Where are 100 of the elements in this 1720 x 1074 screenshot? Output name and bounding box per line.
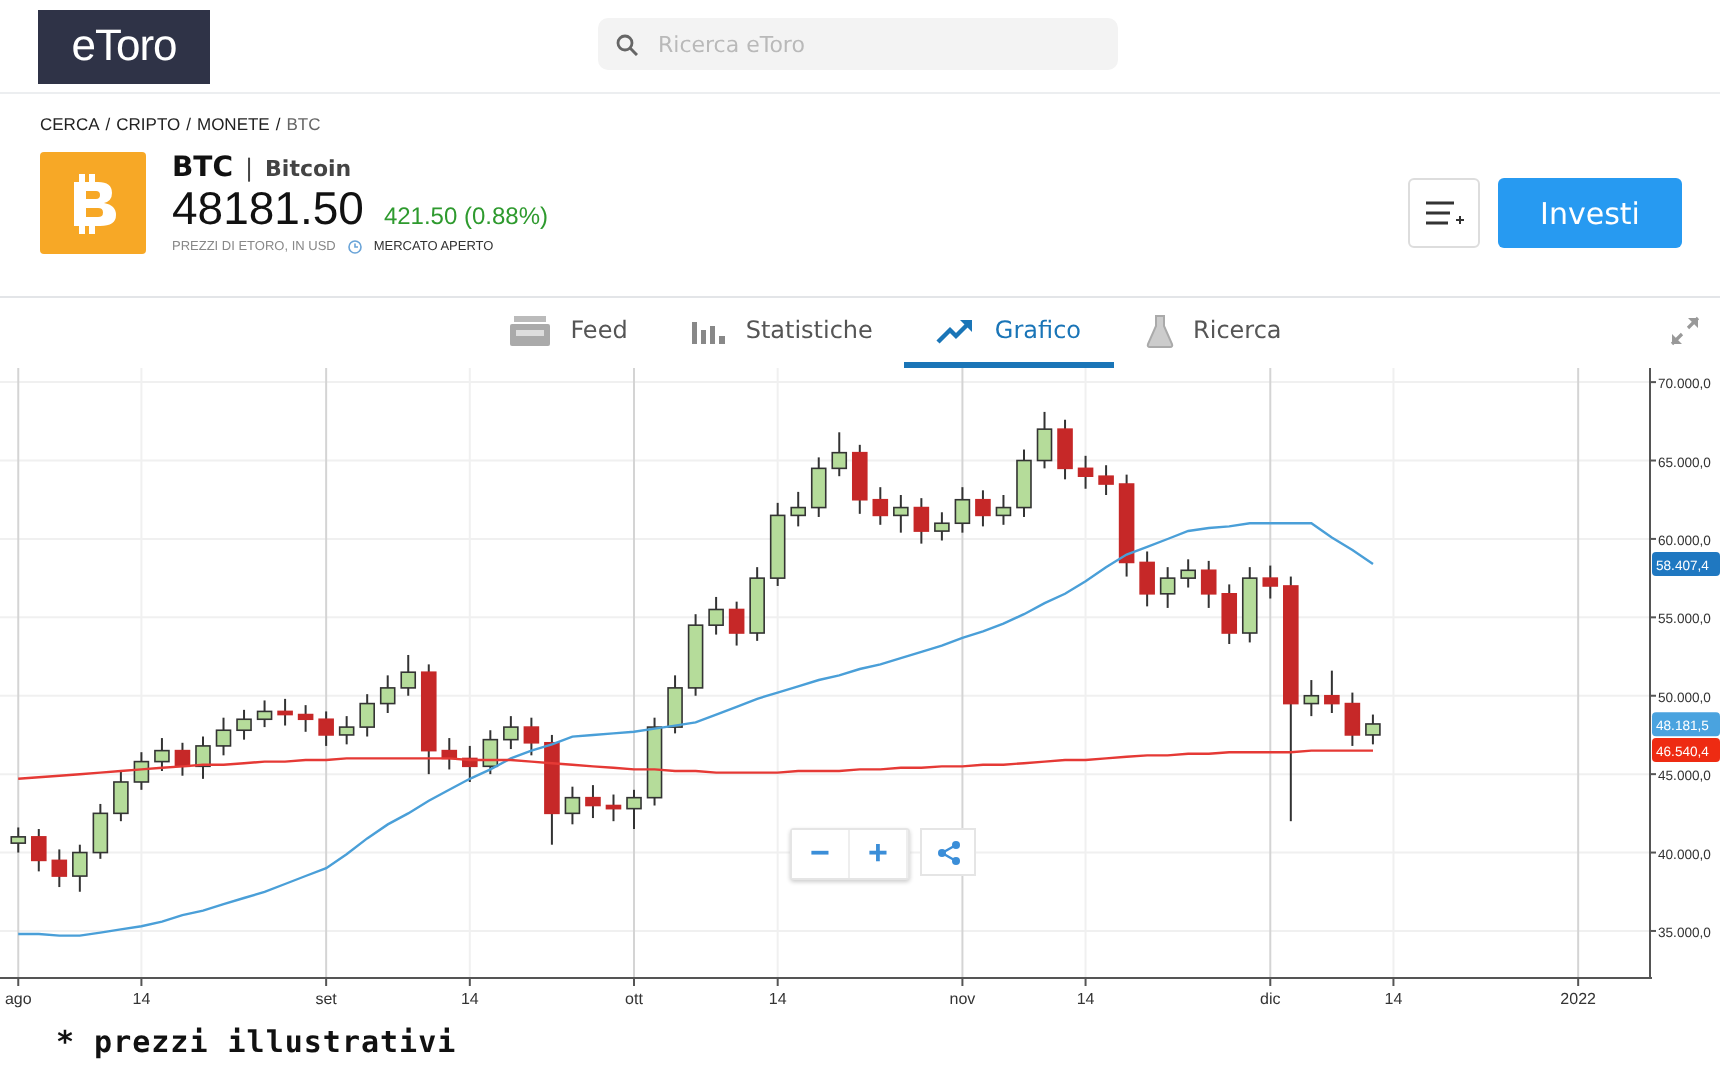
share-button[interactable]: [920, 828, 976, 876]
candle: [769, 501, 786, 587]
tab[interactable]: Feed: [478, 298, 660, 368]
candle: [1098, 464, 1114, 496]
candle: [297, 704, 314, 733]
candle: [934, 511, 950, 542]
axis-label: ott: [625, 990, 643, 1008]
axis-label: set: [315, 990, 337, 1008]
candle: [687, 613, 704, 697]
candle: [1262, 564, 1279, 600]
candle: [1016, 448, 1032, 518]
candle: [277, 697, 293, 727]
candle: [1077, 454, 1094, 490]
candle: [1241, 566, 1258, 644]
share-icon: [935, 839, 961, 865]
candle: [1057, 418, 1073, 481]
candle: [1180, 558, 1196, 589]
candle: [790, 490, 806, 528]
instrument-symbol: BTC: [172, 152, 233, 184]
axis-label: nov: [949, 990, 976, 1008]
candle: [338, 715, 355, 746]
axis-label: 14: [460, 990, 479, 1008]
breadcrumb-link[interactable]: MONETE: [196, 114, 270, 134]
candle: [544, 733, 560, 846]
price-change: 421.50 (0.88%): [383, 202, 548, 230]
logo[interactable]: eToro: [38, 9, 210, 83]
candle: [810, 456, 827, 518]
candle: [626, 788, 642, 831]
candle: [1303, 679, 1320, 718]
footnote: * prezzi illustrativi: [54, 1022, 459, 1060]
candle: [174, 741, 191, 777]
expand-icon[interactable]: [1670, 316, 1700, 346]
breadcrumb-link[interactable]: CRIPTO: [116, 114, 181, 134]
axis-label: dic: [1260, 990, 1281, 1008]
candle: [462, 744, 478, 783]
axis-label: 14: [132, 990, 151, 1008]
candle: [400, 653, 417, 697]
candle: [954, 486, 971, 534]
bitcoin-logo: [40, 152, 146, 254]
candle: [852, 443, 868, 515]
candle: [113, 770, 129, 823]
price: 48181.50: [172, 182, 364, 236]
candle: [913, 497, 930, 545]
candle: [133, 751, 150, 791]
candle: [51, 848, 68, 889]
trend-up-icon: [936, 317, 975, 343]
candle: [482, 729, 499, 776]
candle: [975, 489, 991, 528]
candle: [1200, 559, 1217, 609]
axis-label: 14: [768, 990, 787, 1008]
list-add-icon: [1424, 199, 1464, 227]
candle: [379, 674, 396, 714]
candle: [1159, 566, 1176, 609]
instrument-name: Bitcoin: [265, 156, 352, 182]
candle: [215, 716, 232, 757]
candle: [831, 431, 848, 478]
add-to-watchlist-button[interactable]: [1408, 178, 1480, 248]
tab[interactable]: Grafico: [904, 298, 1114, 368]
candle: [154, 737, 170, 772]
candle: [749, 566, 765, 642]
candle: [503, 715, 519, 751]
candle: [585, 784, 601, 820]
candle: [31, 828, 47, 873]
candle: [605, 793, 622, 823]
candle: [72, 843, 88, 893]
candle: [1344, 691, 1361, 747]
breadcrumb-separator: /: [275, 114, 281, 134]
candle: [667, 674, 683, 735]
axis-label: 14: [1384, 990, 1403, 1008]
candle: [420, 663, 437, 776]
candle: [728, 600, 745, 647]
axis-label: 14: [1076, 990, 1095, 1008]
breadcrumb-link[interactable]: BTC: [286, 114, 321, 134]
candle: [893, 494, 909, 534]
candle: [441, 737, 458, 771]
search-field[interactable]: Ricerca eToro: [598, 18, 1118, 70]
breadcrumb-separator: /: [186, 114, 191, 134]
candle: [1365, 713, 1381, 746]
candle: [1324, 669, 1340, 714]
inbox-icon: [510, 315, 551, 345]
candle: [236, 708, 252, 741]
candle: [1036, 410, 1053, 470]
candle: [92, 802, 109, 860]
candle: [995, 494, 1012, 526]
tab[interactable]: Statistiche: [659, 298, 905, 368]
candle: [195, 735, 211, 780]
breadcrumb-link[interactable]: CERCA: [40, 114, 100, 134]
axis-label: 2022: [1560, 990, 1596, 1008]
candle: [1221, 583, 1238, 645]
candle: [708, 595, 724, 636]
candle: [1118, 473, 1135, 578]
candle: [872, 486, 889, 526]
clock-icon: [347, 240, 362, 254]
search-icon: [616, 34, 638, 56]
candle: [256, 699, 273, 729]
candle: [318, 710, 334, 747]
candle: [359, 693, 375, 738]
candle: [646, 716, 663, 807]
tab[interactable]: Ricerca: [1113, 298, 1314, 368]
bar-chart-icon: [691, 317, 726, 343]
